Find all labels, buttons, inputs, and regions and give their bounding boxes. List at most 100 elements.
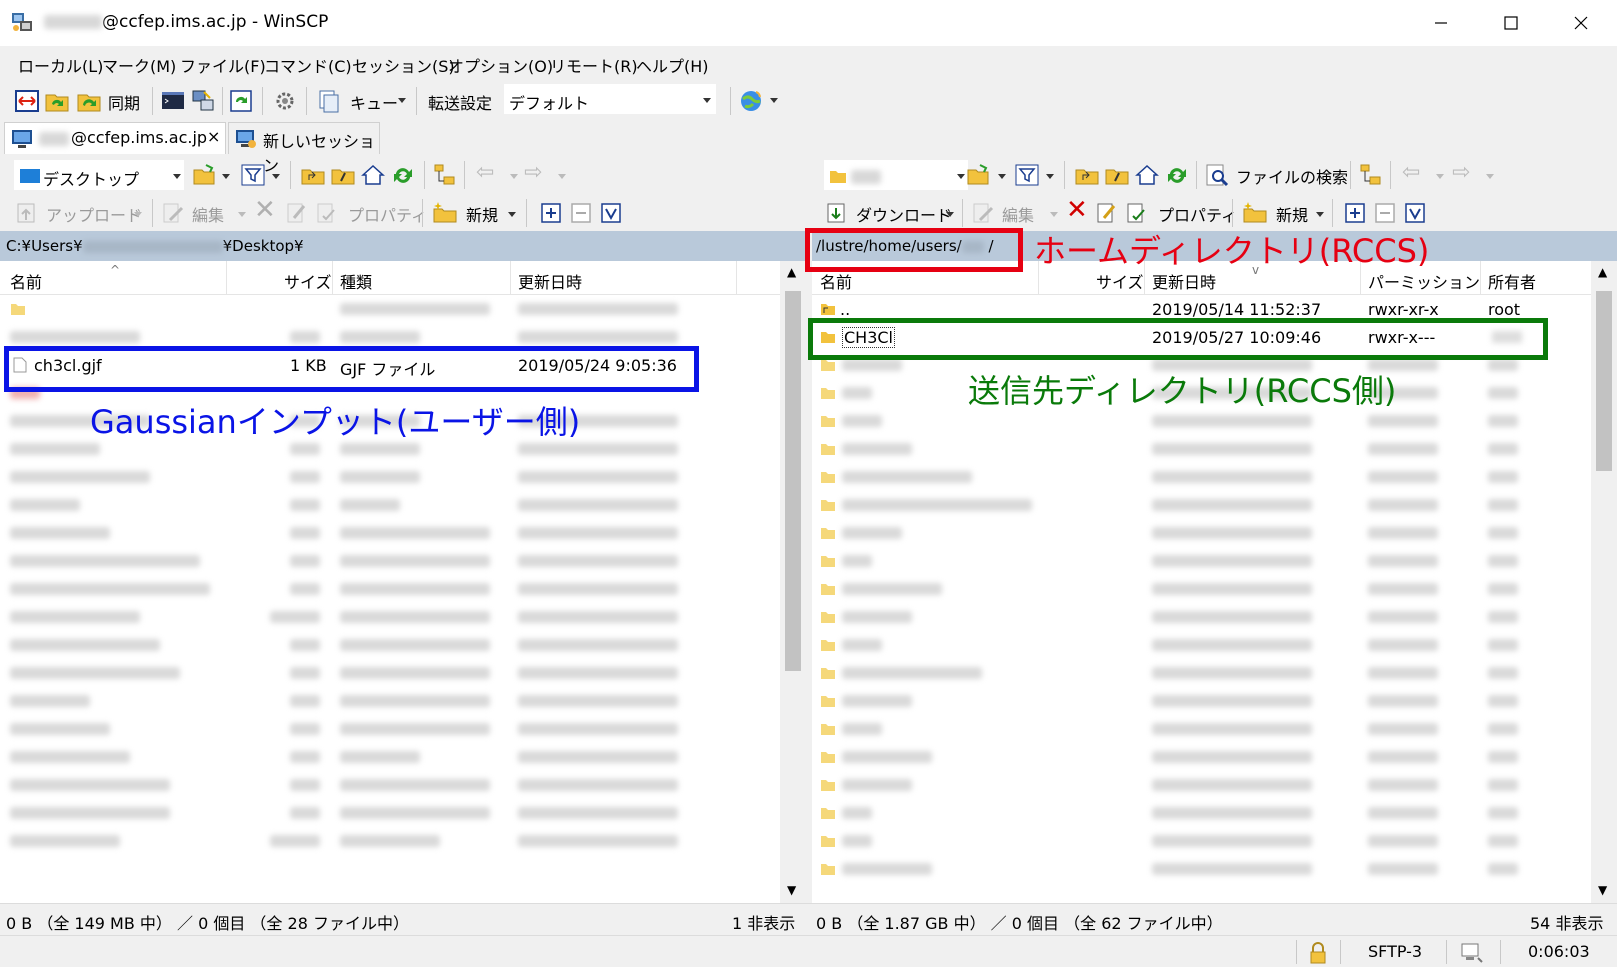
list-item[interactable] [0, 827, 806, 855]
synchronize-icon[interactable] [76, 88, 102, 114]
column-type[interactable]: 種類 [340, 269, 372, 293]
menu-remote[interactable]: リモート(R) [550, 53, 638, 77]
left-location-select[interactable]: デスクトップ [14, 160, 184, 190]
edit-icon[interactable] [160, 200, 186, 226]
chevron-down-icon[interactable] [272, 174, 280, 179]
delete-icon[interactable]: ✕ [254, 195, 276, 225]
minimize-button[interactable] [1406, 0, 1476, 46]
list-item[interactable] [0, 687, 806, 715]
list-item[interactable] [812, 435, 1617, 463]
right-location-select[interactable] [824, 160, 968, 190]
rename-icon[interactable] [284, 200, 310, 226]
list-item[interactable] [0, 603, 806, 631]
back-icon[interactable]: ⇦ [476, 160, 494, 185]
chevron-down-icon[interactable] [508, 212, 516, 217]
new-label[interactable]: 新規 [466, 202, 498, 226]
delete-icon[interactable]: ✕ [1066, 195, 1088, 225]
list-item[interactable] [812, 855, 1617, 883]
queue-label[interactable]: キュー [350, 90, 398, 114]
right-scrollbar[interactable]: ▲ ▼ [1591, 261, 1617, 903]
list-item[interactable] [812, 743, 1617, 771]
list-item[interactable] [812, 491, 1617, 519]
scroll-down-icon[interactable]: ▼ [1598, 883, 1607, 897]
list-item[interactable] [0, 519, 806, 547]
home-icon[interactable] [360, 162, 386, 188]
list-item[interactable] [0, 491, 806, 519]
new-folder-icon[interactable] [1242, 200, 1268, 226]
terminal-icon[interactable] [160, 88, 186, 114]
back-icon[interactable]: ⇦ [1402, 160, 1420, 185]
tree-icon[interactable] [1358, 162, 1384, 188]
new-folder-icon[interactable] [432, 200, 458, 226]
chevron-down-icon[interactable] [946, 212, 954, 217]
refresh-icon[interactable] [228, 88, 254, 114]
properties-label[interactable]: プロパティ [348, 202, 427, 226]
filter-icon[interactable] [240, 162, 266, 188]
list-item[interactable] [812, 771, 1617, 799]
chevron-down-icon[interactable] [134, 212, 142, 217]
menu-options[interactable]: オプション(O) [448, 53, 553, 77]
tab-new-session[interactable]: 新しいセッション [228, 122, 380, 175]
chevron-down-icon[interactable] [770, 98, 778, 103]
chevron-down-icon[interactable] [510, 174, 518, 179]
chevron-down-icon[interactable] [1436, 174, 1444, 179]
menu-file[interactable]: ファイル(F) [180, 53, 266, 77]
chevron-down-icon[interactable] [222, 174, 230, 179]
edit-icon[interactable] [970, 200, 996, 226]
menu-local[interactable]: ローカル(L) [18, 53, 103, 77]
unselect-all-icon[interactable] [1372, 200, 1398, 226]
column-modified[interactable]: 更新日時 [518, 269, 582, 293]
list-item[interactable] [0, 463, 806, 491]
menu-command[interactable]: コマンド(C) [264, 53, 352, 77]
properties-icon[interactable] [314, 200, 340, 226]
scroll-up-icon[interactable]: ▲ [1598, 265, 1607, 279]
list-item[interactable] [0, 799, 806, 827]
list-item[interactable] [0, 743, 806, 771]
menu-mark[interactable]: マーク(M) [102, 53, 176, 77]
list-item[interactable] [0, 631, 806, 659]
chevron-down-icon[interactable] [1050, 212, 1058, 217]
list-item[interactable] [812, 463, 1617, 491]
globe-sync-icon[interactable] [738, 88, 764, 114]
maximize-button[interactable] [1476, 0, 1546, 46]
close-button[interactable] [1546, 0, 1616, 46]
tree-icon[interactable] [432, 162, 458, 188]
list-item[interactable] [812, 603, 1617, 631]
forward-icon[interactable]: ⇨ [1452, 160, 1470, 185]
list-item[interactable] [812, 631, 1617, 659]
parent-dir-icon[interactable] [300, 162, 326, 188]
column-name[interactable]: 名前 [10, 269, 42, 293]
open-folder-icon[interactable] [966, 162, 992, 188]
download-icon[interactable] [824, 200, 850, 226]
putty-icon[interactable] [190, 88, 216, 114]
unselect-all-icon[interactable] [568, 200, 594, 226]
root-dir-icon[interactable] [330, 162, 356, 188]
chevron-down-icon[interactable] [998, 174, 1006, 179]
column-owner[interactable]: 所有者 [1488, 269, 1536, 293]
column-size[interactable]: サイズ [1096, 269, 1144, 293]
chevron-down-icon[interactable] [558, 174, 566, 179]
upload-icon[interactable] [14, 200, 40, 226]
root-dir-icon[interactable] [1104, 162, 1130, 188]
chevron-down-icon[interactable] [398, 98, 406, 103]
column-permissions[interactable]: パーミッション [1368, 269, 1480, 293]
select-files-icon[interactable] [1402, 200, 1428, 226]
chevron-down-icon[interactable] [1046, 174, 1054, 179]
column-name[interactable]: 名前 [820, 269, 852, 293]
column-size[interactable]: サイズ [284, 269, 332, 293]
select-all-icon[interactable] [538, 200, 564, 226]
list-item[interactable] [0, 547, 806, 575]
transfer-settings-select[interactable]: デフォルト [504, 84, 716, 114]
list-item[interactable] [812, 827, 1617, 855]
sync-label[interactable]: 同期 [108, 90, 140, 114]
edit-label[interactable]: 編集 [192, 202, 224, 226]
list-item[interactable] [0, 715, 806, 743]
tab-session[interactable]: @ccfep.ims.ac.jp × [4, 122, 226, 154]
chevron-down-icon[interactable] [1316, 212, 1324, 217]
home-icon[interactable] [1134, 162, 1160, 188]
sync-browse-icon[interactable] [44, 88, 70, 114]
scroll-up-icon[interactable]: ▲ [787, 265, 796, 279]
menu-help[interactable]: ヘルプ(H) [636, 53, 709, 77]
chevron-down-icon[interactable] [1486, 174, 1494, 179]
refresh-icon[interactable] [390, 162, 416, 188]
